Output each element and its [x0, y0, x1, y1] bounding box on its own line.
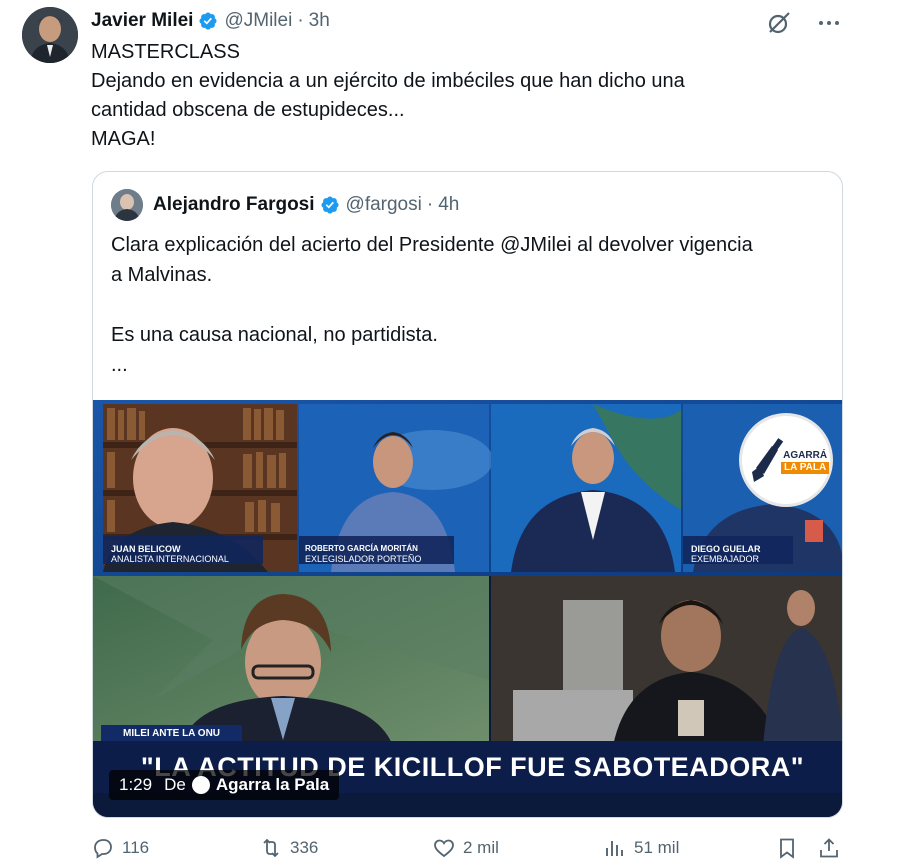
video-source[interactable]: Agarra la Pala: [216, 775, 329, 795]
share-icon: [820, 838, 838, 858]
source-avatar-icon: [191, 776, 210, 794]
like-icon: [434, 839, 454, 858]
tweet-time[interactable]: 3h: [309, 10, 330, 32]
quoted-line: Es una causa nacional, no partidista.: [111, 324, 438, 346]
quoted-author-name[interactable]: Alejandro Fargosi: [153, 194, 315, 216]
onu-label: MILEI ANTE LA ONU: [101, 725, 243, 742]
tweet-line: MASTERCLASS: [91, 41, 240, 63]
tweet-line: Dejando en evidencia a un ejército de im…: [91, 70, 685, 92]
views-button[interactable]: 51 mil: [603, 836, 679, 860]
reply-count: 116: [122, 838, 150, 857]
verified-badge-icon: [199, 12, 217, 30]
more-icon[interactable]: [816, 10, 842, 36]
tweet[interactable]: Javier Milei @JMilei · 3h MASTERCLASS De…: [0, 0, 900, 865]
bookmark-button[interactable]: [775, 836, 806, 860]
tweet-text: MASTERCLASS Dejando en evidencia a un ej…: [91, 38, 851, 154]
author-name[interactable]: Javier Milei: [91, 10, 193, 32]
panel-role: EXEMBAJADOR: [691, 554, 760, 564]
author-handle[interactable]: @JMilei: [224, 10, 292, 32]
views-count: 51 mil: [634, 838, 680, 857]
tweet-line: cantidad obscena de estupideces...: [91, 99, 405, 121]
repost-button[interactable]: 336: [259, 836, 318, 860]
panel-name: JUAN BELICOW: [111, 544, 181, 554]
quoted-line: Clara explicación del acierto del Presid…: [111, 234, 753, 256]
panel-name: DIEGO GUELAR: [691, 544, 761, 554]
logo-text: AGARRÁ LA PALA: [781, 450, 830, 474]
tweet-top-actions: [766, 10, 842, 36]
grok-icon[interactable]: [766, 10, 792, 36]
quoted-author-avatar[interactable]: [111, 189, 143, 221]
reply-icon: [94, 839, 112, 859]
logo-text-top: AGARRÁ: [783, 450, 828, 461]
quoted-line: a Malvinas.: [111, 264, 213, 286]
quoted-tweet-header: Alejandro Fargosi @fargosi · 4h: [111, 189, 459, 221]
panel-name: ROBERTO GARCÍA MORITÁN: [305, 544, 418, 553]
author-avatar[interactable]: [22, 7, 78, 63]
quoted-tweet-time[interactable]: 4h: [438, 194, 459, 216]
panel-label-3: DIEGO GUELAR EXEMBAJADOR: [691, 544, 761, 564]
panel-label-2: ROBERTO GARCÍA MORITÁN EXLEGISLADOR PORT…: [305, 544, 421, 564]
share-button[interactable]: [817, 836, 848, 860]
repost-count: 336: [290, 838, 319, 857]
views-icon: [606, 841, 623, 856]
separator-dot: ·: [297, 10, 304, 31]
reply-button[interactable]: 116: [91, 836, 149, 860]
quoted-tweet-text: Clara explicación del acierto del Presid…: [111, 230, 831, 380]
repost-icon: [263, 838, 279, 858]
logo-text-bottom: LA PALA: [781, 462, 830, 474]
verified-badge-icon: [320, 196, 339, 214]
tweet-actions: 116 336 2 mil 51 mil: [91, 836, 851, 865]
bookmark-icon: [780, 838, 794, 859]
video-from-label: De: [164, 775, 186, 794]
video-player[interactable]: JUAN BELICOW ANALISTA INTERNACIONAL ROBE…: [93, 400, 842, 817]
video-time-pill[interactable]: 1:29 De Agarra la Pala: [109, 770, 340, 800]
panel-role: ANALISTA INTERNACIONAL: [111, 554, 229, 564]
quoted-line-blank: [111, 290, 831, 320]
video-duration: 1:29: [119, 775, 153, 794]
panel-label-1: JUAN BELICOW ANALISTA INTERNACIONAL: [111, 544, 229, 564]
quoted-tweet[interactable]: Alejandro Fargosi @fargosi · 4h Clara ex…: [92, 171, 843, 818]
like-button[interactable]: 2 mil: [432, 836, 499, 860]
tweet-line: MAGA!: [91, 128, 156, 150]
like-count: 2 mil: [463, 838, 499, 857]
quoted-author-handle[interactable]: @fargosi: [346, 194, 422, 216]
quoted-line: ...: [111, 354, 128, 376]
panel-role: EXLEGISLADOR PORTEÑO: [305, 554, 422, 564]
separator-dot: ·: [426, 194, 434, 215]
tweet-header: Javier Milei @JMilei · 3h: [91, 8, 330, 34]
